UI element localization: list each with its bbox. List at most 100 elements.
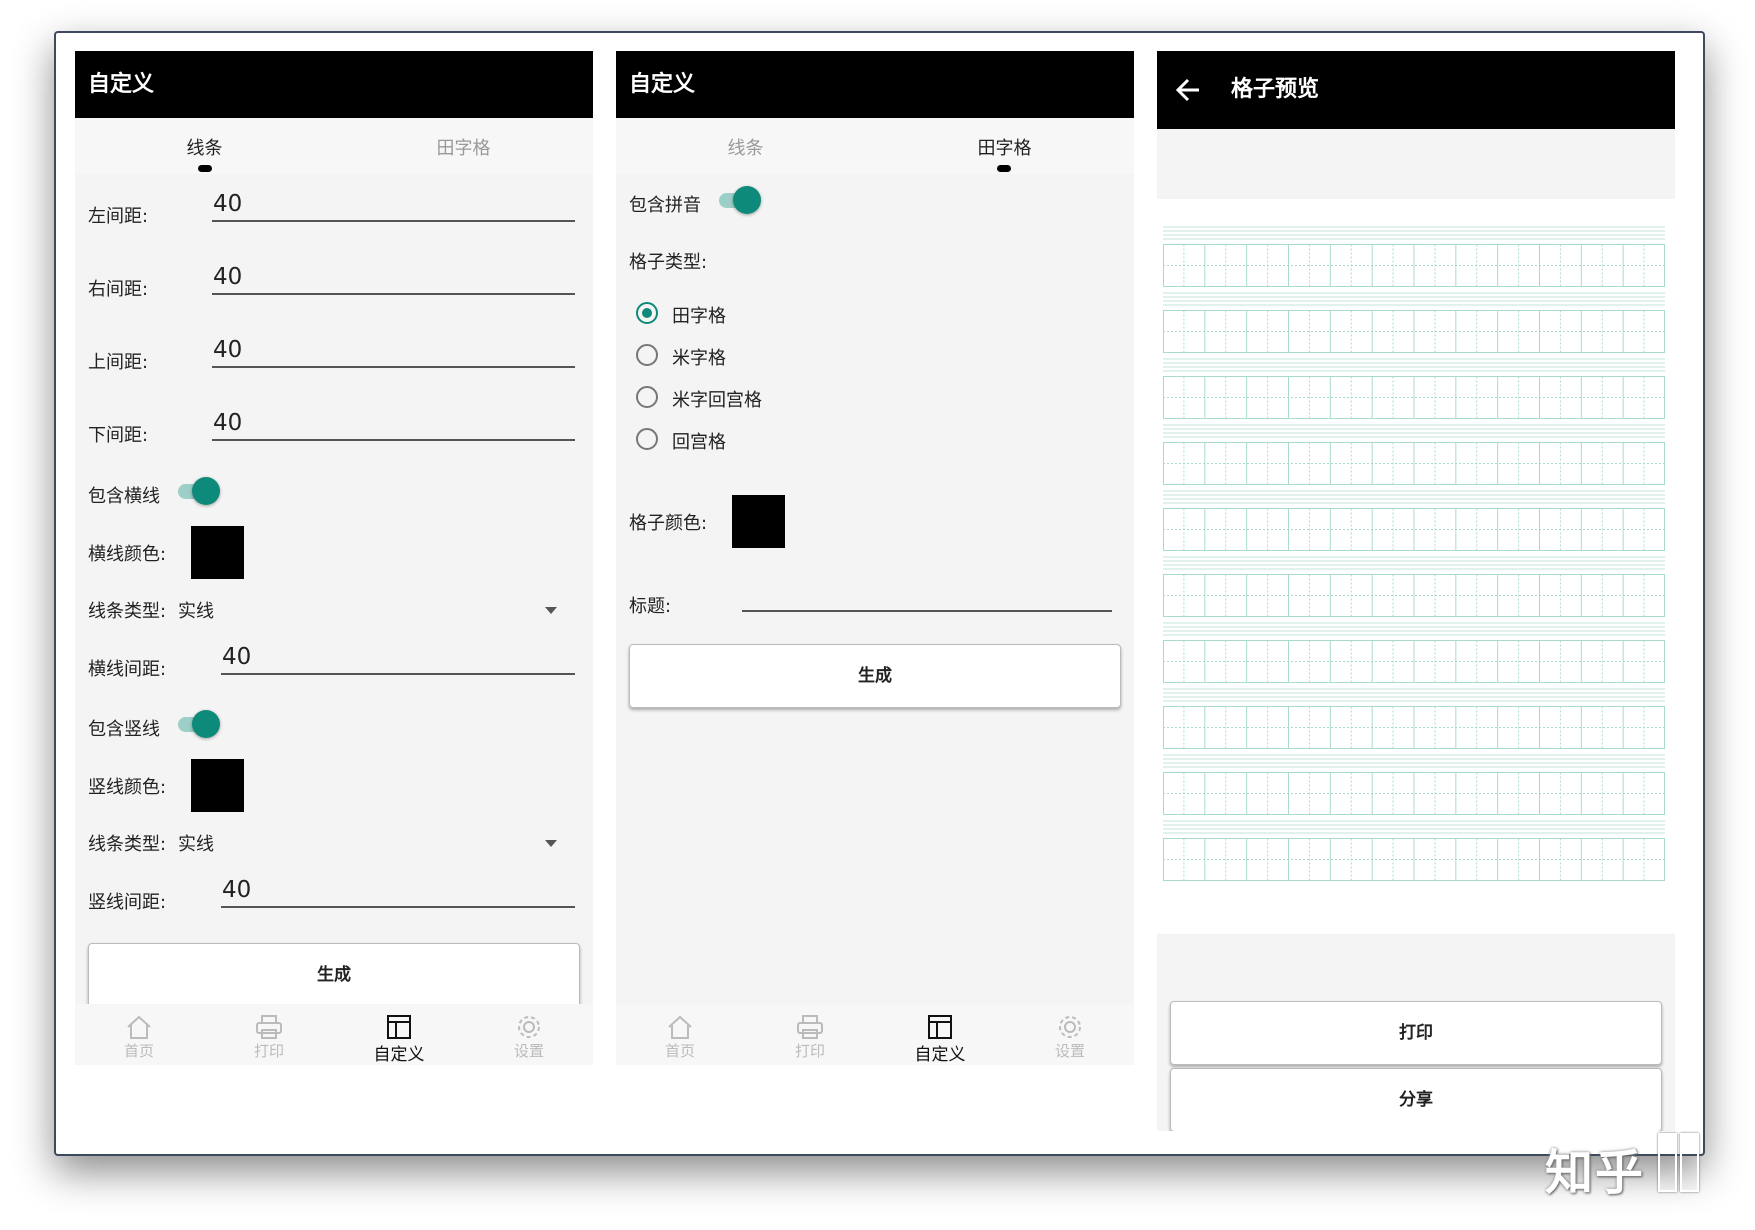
preview-actions-area: 打印 分享 (1157, 934, 1675, 1131)
horizontal-line-type-dropdown[interactable]: 实线 (178, 588, 575, 628)
grid-row (1163, 754, 1665, 815)
tab-lines[interactable]: 线条 (616, 134, 875, 160)
grid-row (1163, 292, 1665, 353)
vertical-spacing-value: 40 (222, 877, 252, 903)
grid-row (1163, 820, 1665, 881)
grid-row (1163, 622, 1665, 683)
top-margin-value: 40 (213, 337, 243, 363)
top-margin-label: 上间距: (88, 352, 149, 373)
radio-icon (636, 386, 658, 408)
grid-type-label: 格子类型: (629, 252, 708, 273)
right-margin-value: 40 (213, 264, 243, 290)
layout-icon (387, 1015, 411, 1039)
nav-settings-label: 设置 (513, 1042, 544, 1060)
printer-icon (256, 1015, 282, 1039)
grid-type-option-label: 田字格 (672, 306, 726, 327)
grid-row (1163, 688, 1665, 749)
horizontal-color-swatch[interactable] (191, 526, 244, 579)
nav-home-label: 首页 (123, 1042, 154, 1060)
horizontal-line-type-value: 实线 (178, 601, 214, 622)
vertical-color-swatch[interactable] (191, 759, 244, 812)
right-margin-label: 右间距: (88, 279, 149, 300)
nav-home[interactable]: 首页 (640, 1014, 720, 1061)
generate-button[interactable]: 生成 (629, 644, 1121, 708)
horizontal-color-label: 横线颜色: (88, 544, 167, 565)
nav-custom[interactable]: 自定义 (900, 1014, 980, 1065)
tab-lines[interactable]: 线条 (75, 134, 334, 160)
printer-icon (797, 1015, 823, 1039)
grid-row (1163, 358, 1665, 419)
nav-custom-label: 自定义 (914, 1045, 966, 1065)
preview-header-area (1157, 129, 1675, 199)
nav-custom[interactable]: 自定义 (359, 1014, 439, 1065)
app-bar: 格子预览 (1157, 51, 1675, 129)
include-pinyin-toggle[interactable] (719, 186, 761, 214)
grid-color-label: 格子颜色: (629, 513, 708, 534)
title-field[interactable] (742, 572, 1112, 612)
grid-row (1163, 424, 1665, 485)
vertical-line-type-dropdown[interactable]: 实线 (178, 821, 575, 861)
print-button[interactable]: 打印 (1170, 1001, 1662, 1065)
include-horizontal-toggle[interactable] (178, 477, 220, 505)
left-margin-field[interactable]: 40 (212, 182, 575, 222)
horizontal-line-type-label: 线条类型: (88, 601, 167, 622)
nav-home[interactable]: 首页 (99, 1014, 179, 1061)
nav-print-label: 打印 (253, 1042, 284, 1060)
app-bar: 自定义 (616, 51, 1134, 118)
bottom-nav: 首页 打印 自定义 设置 (616, 1004, 1134, 1065)
left-margin-label: 左间距: (88, 206, 149, 227)
generate-button[interactable]: 生成 (88, 943, 580, 1007)
bottom-margin-label: 下间距: (88, 425, 149, 446)
grid-type-option[interactable]: 田字格 (636, 298, 836, 328)
share-button[interactable]: 分享 (1170, 1068, 1662, 1131)
tab-tianzige[interactable]: 田字格 (875, 134, 1134, 160)
grid-type-option[interactable]: 回宫格 (636, 424, 836, 454)
form-content: 左间距: 40 右间距: 40 上间距: 40 下间距: 40 包含横线 横线颜… (75, 174, 593, 1007)
bottom-margin-field[interactable]: 40 (212, 401, 575, 441)
watermark-stamp (1680, 1133, 1699, 1192)
grid-type-option-label: 米字回宫格 (672, 390, 762, 411)
nav-custom-label: 自定义 (373, 1045, 425, 1065)
vertical-line-type-label: 线条类型: (88, 834, 167, 855)
grid-type-option[interactable]: 米字回宫格 (636, 382, 836, 412)
phone-screen-lines: 自定义 线条 田字格 左间距: 40 右间距: 40 上间距: 40 下间距: … (75, 51, 593, 1065)
top-margin-field[interactable]: 40 (212, 328, 575, 368)
nav-print[interactable]: 打印 (229, 1014, 309, 1061)
nav-settings-label: 设置 (1054, 1042, 1085, 1060)
tab-bar: 线条 田字格 (75, 118, 593, 174)
radio-icon (636, 344, 658, 366)
grid-color-swatch[interactable] (732, 495, 785, 548)
app-bar-title: 格子预览 (1231, 77, 1320, 102)
horizontal-spacing-field[interactable]: 40 (221, 635, 575, 675)
app-bar-title: 自定义 (629, 72, 696, 97)
include-vertical-toggle[interactable] (178, 710, 220, 738)
watermark-stamp (1658, 1133, 1677, 1192)
gear-icon (518, 1016, 540, 1038)
vertical-spacing-label: 竖线间距: (88, 892, 167, 913)
gear-icon (1059, 1016, 1081, 1038)
chevron-down-icon (545, 607, 557, 614)
vertical-line-type-value: 实线 (178, 834, 214, 855)
bottom-nav: 首页 打印 自定义 设置 (75, 1004, 593, 1065)
nav-print[interactable]: 打印 (770, 1014, 850, 1061)
layout-icon (928, 1015, 952, 1039)
nav-settings[interactable]: 设置 (489, 1014, 569, 1061)
phone-screen-preview: 格子预览 打印 分享 (1157, 51, 1675, 1131)
home-icon (668, 1015, 692, 1039)
grid-type-option[interactable]: 米字格 (636, 340, 836, 370)
form-content: 包含拼音 格子类型: 田字格 米字格 米字回宫格 回宫格 格子颜色: 标题: 生… (616, 174, 1134, 1004)
radio-icon (636, 302, 658, 324)
grid-preview-sheet (1157, 199, 1675, 934)
nav-print-label: 打印 (794, 1042, 825, 1060)
app-bar-title: 自定义 (88, 72, 155, 97)
title-label: 标题: (629, 596, 672, 617)
nav-home-label: 首页 (664, 1042, 695, 1060)
nav-settings[interactable]: 设置 (1030, 1014, 1110, 1061)
radio-icon (636, 428, 658, 450)
right-margin-field[interactable]: 40 (212, 255, 575, 295)
tab-tianzige[interactable]: 田字格 (334, 134, 593, 160)
tab-indicator (198, 165, 212, 172)
include-pinyin-label: 包含拼音 (629, 195, 701, 216)
horizontal-spacing-label: 横线间距: (88, 659, 167, 680)
vertical-spacing-field[interactable]: 40 (221, 868, 575, 908)
